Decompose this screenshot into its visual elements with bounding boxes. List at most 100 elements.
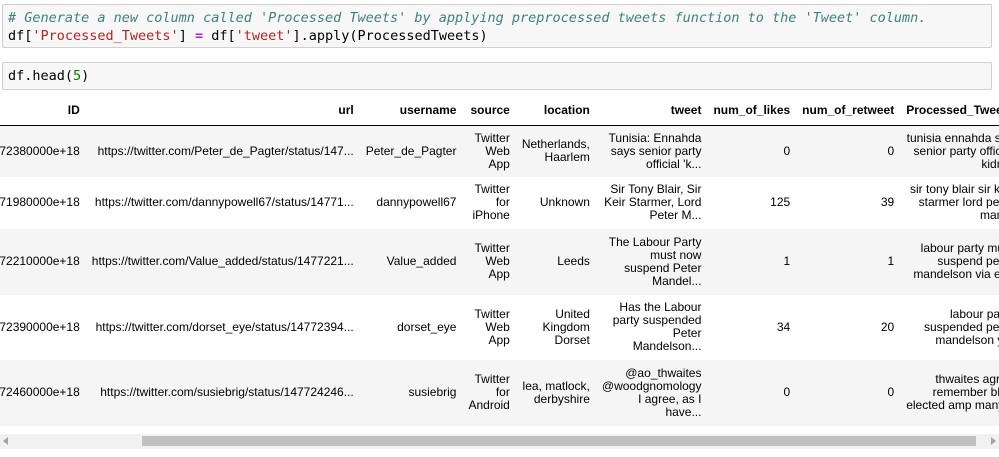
cell-line: App <box>488 267 510 281</box>
cell-tweet: @ao_thwaites @woodgnomology I agree, as Ih… <box>596 360 708 426</box>
cell-line: remember blair <box>932 385 999 399</box>
cell-line: Tunisia: Ennahda <box>608 130 702 145</box>
cell-line: derbyshire <box>533 391 590 406</box>
cell-line: elected amp many... <box>906 398 999 412</box>
scroll-right-arrow-icon[interactable] <box>991 437 996 445</box>
cell-url: https://twitter.com/Value_added/status/1… <box>91 254 354 268</box>
cell-retweets: 0 <box>887 385 895 399</box>
cell-line: Mandelson... <box>632 339 702 353</box>
cell-line: lea, matlock, <box>522 378 590 393</box>
cell-id: 1.4772380000e+18 <box>0 143 80 158</box>
cell-retweets: 1 <box>887 254 895 268</box>
cell-line: Peter <box>672 326 702 340</box>
table-row: 1.4772380000e+18 https://twitter.com/Pete… <box>0 125 999 177</box>
cell-line: Web <box>485 254 510 268</box>
cell-line: mandelson yet <box>935 332 999 347</box>
cell-location: Leeds <box>516 229 596 295</box>
cell-likes: 34 <box>776 319 791 334</box>
cell-line: Twitter <box>474 182 510 196</box>
cell-id: 1.4772390000e+18 <box>0 319 80 334</box>
cell-location: Netherlands, Haarlem <box>516 126 596 177</box>
cell-line: must now <box>650 247 702 262</box>
cell-line: party suspended <box>612 313 702 327</box>
cell-line: kidn... <box>981 156 999 171</box>
cell-line: have... <box>665 404 702 419</box>
cell-line: United <box>555 306 590 321</box>
cell-line: The Labour Party <box>608 234 702 249</box>
cell-line: mandelson via eye <box>913 267 999 281</box>
column-header-username: username <box>359 94 463 126</box>
cell-processed-tweets: tunisia ennahda saysenior party official… <box>900 126 999 177</box>
cell-retweets: 20 <box>880 319 895 334</box>
cell-line: tunisia ennahda say <box>906 130 999 145</box>
cell-line: Keir Starmer, Lord <box>604 195 702 209</box>
cell-tweet: The Labour Party must now suspend Peter Man… <box>596 229 708 295</box>
cell-line: @woodgnomology <box>601 378 702 393</box>
cell-line: thwaites agree <box>935 372 999 386</box>
cell-likes: 0 <box>783 385 791 399</box>
column-header-retweets: num_of_retweet <box>796 94 901 126</box>
scrollbar-thumb[interactable] <box>142 436 976 446</box>
cell-processed-tweets: labour party mustsuspend petermandelson … <box>900 229 999 295</box>
cell-line: Twitter <box>474 372 510 386</box>
cell-line: Peter M... <box>649 208 702 222</box>
column-header-tweet: tweet <box>595 94 708 126</box>
cell-line: Unknown <box>539 195 590 209</box>
code-line: df.head(5) <box>8 68 90 84</box>
cell-source: Twitter Web App <box>462 229 515 295</box>
code-cell-df-head[interactable]: df.head(5) <box>2 62 992 90</box>
cell-line: Twitter <box>474 130 510 145</box>
cell-retweets: 39 <box>880 195 895 209</box>
cell-line: Kingdom <box>542 319 590 334</box>
cell-line: Dorset <box>554 332 590 347</box>
cell-line: for <box>495 385 510 399</box>
cell-location: Unknown <box>516 177 596 229</box>
cell-source: Twitter for Android <box>462 360 515 426</box>
cell-output-area: ID url username source location tweet nu… <box>0 94 999 434</box>
cell-line: iPhone <box>472 208 510 222</box>
cell-source: Twitter Web App <box>462 295 515 360</box>
cell-username: susiebrig <box>408 385 457 399</box>
cell-line: suspend peter <box>937 254 999 268</box>
cell-line: @ao_thwaites <box>625 365 702 380</box>
cell-tweet: Tunisia: Ennahda says senior party officia… <box>596 126 708 177</box>
cell-line: starmer lord peter <box>918 195 999 209</box>
cell-line: Web <box>485 143 510 158</box>
cell-line: Netherlands, <box>521 137 590 152</box>
cell-line: suspended peter <box>923 319 999 334</box>
cell-processed-tweets: labour partysuspended petermandelson yet <box>900 295 999 360</box>
cell-username: Value_added <box>386 254 457 268</box>
cell-line: Leeds <box>557 254 590 268</box>
cell-id: 1.4772460000e+18 <box>0 385 80 399</box>
cell-source: Twitter for iPhone <box>462 177 515 229</box>
cell-line: Sir Tony Blair, Sir <box>610 182 702 196</box>
cell-line: labour party must <box>920 241 999 255</box>
code-line: df['Processed_Tweets'] = df['tweet'].app… <box>8 28 488 44</box>
cell-tweet: Sir Tony Blair, Sir Keir Starmer, Lord Pet… <box>596 177 708 229</box>
cell-line: I agree, as I <box>638 391 702 406</box>
cell-location: United Kingdom Dorset <box>516 295 596 360</box>
column-header-processed-tweets: Processed_Tweets <box>900 94 999 126</box>
cell-url: https://twitter.com/dorset_eye/status/14… <box>95 319 354 334</box>
column-header-likes: num_of_likes <box>707 94 797 126</box>
cell-line: says senior party <box>610 143 702 158</box>
cell-line: for <box>495 195 510 209</box>
dataframe-table: ID url username source location tweet nu… <box>0 94 999 426</box>
cell-location: lea, matlock, derbyshire <box>516 360 596 426</box>
cell-line: Twitter <box>474 306 510 321</box>
cell-line: suspend Peter <box>624 260 702 275</box>
cell-line: official 'k... <box>646 156 702 171</box>
scroll-left-arrow-icon[interactable] <box>3 437 8 445</box>
cell-line: App <box>488 156 510 171</box>
table-row: 1.4772460000e+18 https://twitter.com/susi… <box>0 359 999 426</box>
column-header-url: url <box>85 94 360 126</box>
cell-url: https://twitter.com/susiebrig/status/147… <box>100 385 354 399</box>
cell-line: Haarlem <box>544 150 590 165</box>
cell-line: senior party official <box>913 143 999 158</box>
cell-processed-tweets: thwaites agreeremember blairelected amp … <box>900 360 999 426</box>
code-cell-process-tweets[interactable]: # Generate a new column called 'Processe… <box>2 4 992 48</box>
cell-username: dorset_eye <box>397 319 457 334</box>
horizontal-scrollbar[interactable] <box>0 434 999 449</box>
cell-likes: 125 <box>770 195 791 209</box>
cell-processed-tweets: sir tony blair sir keirstarmer lord pete… <box>900 177 999 229</box>
